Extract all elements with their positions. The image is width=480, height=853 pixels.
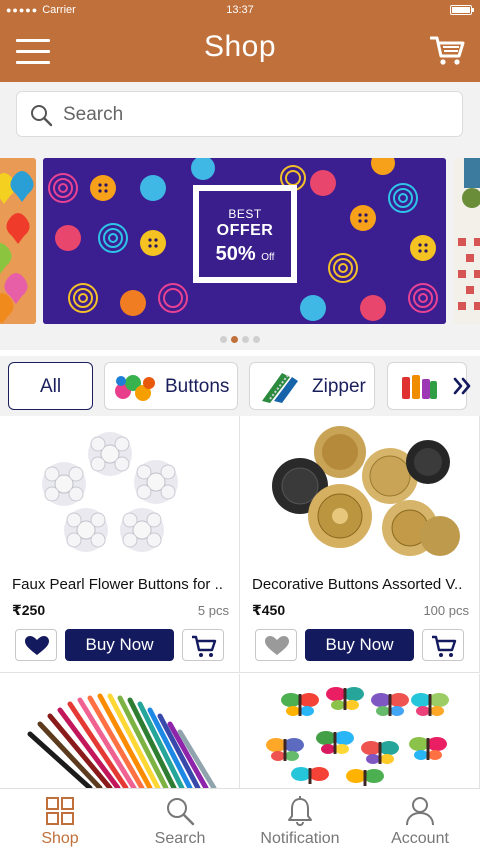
user-icon (406, 797, 434, 826)
buy-now-button[interactable]: Buy Now (65, 629, 174, 661)
search-icon (167, 798, 195, 826)
favorite-button[interactable] (255, 629, 297, 661)
pager-dot[interactable] (253, 336, 260, 343)
nav-label: Account (391, 830, 449, 847)
app-header: Shop (0, 20, 480, 82)
nav-account[interactable]: Account (360, 789, 480, 853)
chevron-right-icon[interactable] (452, 372, 474, 400)
product-card[interactable]: Faux Pearl Flower Buttons for .. ₹250 5 … (0, 416, 240, 673)
category-label: Buttons (165, 376, 230, 397)
product-grid: Faux Pearl Flower Buttons for .. ₹250 5 … (0, 416, 480, 788)
offer-suffix: Off (261, 252, 275, 263)
category-chip-zipper[interactable]: Zipper (249, 362, 375, 410)
carousel-pager (0, 336, 480, 343)
cart-icon (432, 635, 457, 657)
page-title: Shop (203, 30, 277, 63)
bottom-navigation: Shop Search Notification Account (0, 788, 480, 853)
threads-thumbnail-icon (402, 375, 437, 399)
banner-slide-previous[interactable] (0, 158, 36, 324)
status-time: 13:37 (226, 4, 254, 16)
banner-carousel[interactable]: BEST OFFER 50% Off (0, 150, 480, 350)
offer-percent: 50% (215, 243, 256, 265)
product-card[interactable] (0, 674, 240, 788)
product-price: ₹450 (252, 602, 286, 618)
offer-badge: BEST OFFER 50% Off (193, 185, 297, 283)
product-name[interactable]: Faux Pearl Flower Buttons for .. (12, 576, 234, 593)
heart-icon (25, 636, 49, 655)
bell-icon (288, 796, 312, 827)
pager-dot[interactable] (220, 336, 227, 343)
cart-icon[interactable] (430, 35, 466, 67)
offer-line-1: BEST (228, 207, 262, 221)
pager-dot-active[interactable] (231, 336, 238, 343)
zipper-thumbnail-icon (262, 373, 298, 403)
offer-line-2: OFFER (216, 222, 274, 239)
grid-icon (46, 797, 74, 825)
favorite-button[interactable] (15, 629, 57, 661)
heart-icon (265, 636, 289, 655)
status-bar: ●●●●● Carrier 13:37 (0, 0, 480, 20)
nav-label: Notification (260, 830, 340, 847)
buttons-thumbnail-icon (115, 375, 155, 401)
add-to-cart-button[interactable] (422, 629, 464, 661)
product-card[interactable] (240, 674, 480, 788)
offer-percent-line: 50% Off (199, 243, 291, 266)
add-to-cart-button[interactable] (182, 629, 224, 661)
search-input[interactable]: Search (16, 91, 463, 137)
search-icon (31, 105, 53, 127)
nav-label: Search (154, 830, 206, 847)
banner-slide-active[interactable]: BEST OFFER 50% Off (43, 158, 446, 324)
search-placeholder: Search (63, 104, 124, 125)
nav-label: Shop (41, 830, 79, 847)
category-label: All (39, 376, 62, 397)
search-section: Search (0, 82, 480, 150)
buy-now-button[interactable]: Buy Now (305, 629, 414, 661)
product-quantity: 100 pcs (423, 603, 469, 618)
category-chip-buttons[interactable]: Buttons (104, 362, 238, 410)
product-price: ₹250 (12, 602, 46, 618)
category-chip-all[interactable]: All (8, 362, 93, 410)
nav-search[interactable]: Search (120, 789, 240, 853)
product-image[interactable] (0, 416, 239, 574)
product-card[interactable]: Decorative Buttons Assorted V.. ₹450 100… (240, 416, 480, 673)
category-chips: All Buttons Zipper (0, 356, 480, 416)
product-image[interactable] (240, 416, 479, 574)
nav-notification[interactable]: Notification (240, 789, 360, 853)
battery-icon (450, 5, 474, 15)
banner-slide-next[interactable] (454, 158, 480, 324)
product-image[interactable] (240, 674, 479, 788)
pager-dot[interactable] (242, 336, 249, 343)
product-image[interactable] (0, 674, 239, 788)
product-quantity: 5 pcs (197, 603, 229, 618)
product-name[interactable]: Decorative Buttons Assorted V.. (252, 576, 474, 593)
category-label: Zipper (312, 376, 366, 397)
nav-shop[interactable]: Shop (0, 789, 120, 853)
cart-icon (192, 635, 217, 657)
